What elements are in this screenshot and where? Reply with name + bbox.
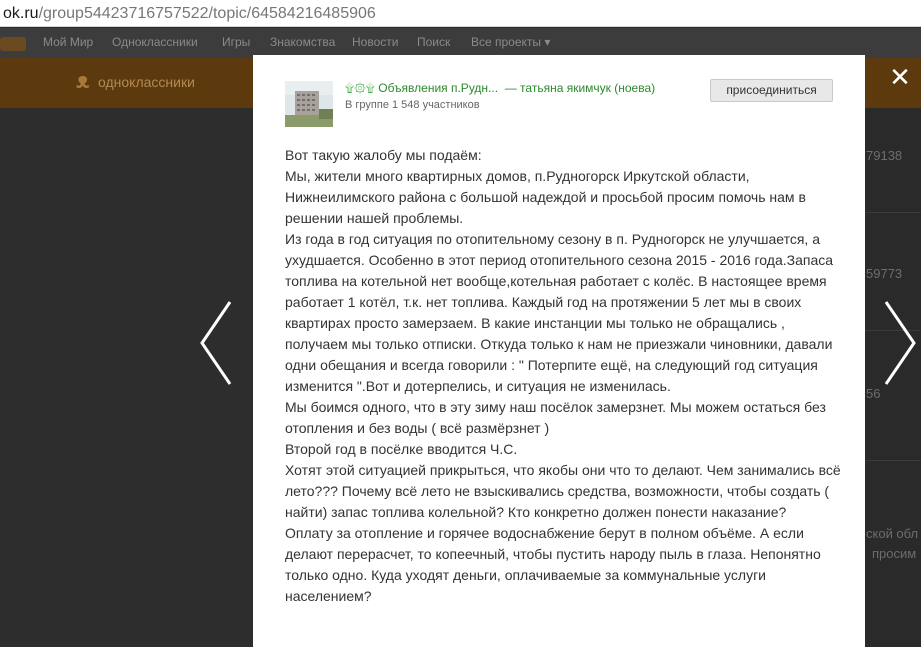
topnav-item-games[interactable]: Игры: [222, 35, 250, 49]
next-arrow-icon[interactable]: [880, 298, 920, 388]
join-button[interactable]: присоединиться: [710, 79, 833, 102]
peek-number-3: 56: [866, 386, 881, 401]
topnav-item-dating[interactable]: Знакомства: [270, 35, 335, 49]
peek-text-2: просим: [872, 546, 917, 561]
url-path: /group54423716757522/topic/6458421648590…: [38, 5, 376, 22]
peek-text-1: ской обл: [866, 526, 919, 541]
post-paragraph: Второй год в посёлке вводится Ч.С.: [285, 441, 518, 457]
portal-logo-icon: [0, 37, 26, 51]
address-bar[interactable]: ok.ru/group54423716757522/topic/64584216…: [0, 0, 921, 27]
group-members-count: В группе 1 548 участников: [345, 99, 480, 111]
post-body: Вот такую жалобу мы подаём: Мы, жители м…: [285, 145, 845, 607]
peek-number-2: 59773: [866, 266, 903, 281]
author-link[interactable]: — татьяна якимчук (ноева): [505, 81, 655, 95]
prev-arrow-icon[interactable]: [196, 298, 236, 388]
topic-modal: ۩۞۩ Объявления п.Рудн... — татьяна якимч…: [253, 55, 865, 647]
group-avatar[interactable]: [285, 81, 333, 127]
group-name-link[interactable]: Объявления п.Рудн...: [378, 81, 498, 95]
site-name: одноклассники: [98, 74, 195, 90]
topnav-item-all-projects[interactable]: Все проекты ▾: [471, 35, 550, 49]
ok-logo-icon[interactable]: ᴥ: [76, 68, 90, 94]
portal-topnav: Мой Мир Одноклассники Игры Знакомства Но…: [0, 28, 921, 58]
peek-divider: [865, 460, 921, 461]
topnav-item-mymir[interactable]: Мой Мир: [43, 35, 93, 49]
topnav-item-ok[interactable]: Одноклассники: [112, 35, 198, 49]
group-title-line: ۩۞۩ Объявления п.Рудн... — татьяна якимч…: [345, 81, 655, 96]
post-paragraph: Оплату за отопление и горячее водоснабже…: [285, 525, 821, 604]
topnav-item-news[interactable]: Новости: [352, 35, 398, 49]
topnav-item-search[interactable]: Поиск: [417, 35, 450, 49]
post-paragraph: Мы, жители много квартирных домов, п.Руд…: [285, 168, 806, 226]
peek-divider: [865, 212, 921, 213]
close-icon[interactable]: ✕: [885, 62, 915, 92]
peek-number-1: 79138: [866, 148, 903, 163]
post-paragraph: Из года в год ситуация по отопительному …: [285, 231, 834, 394]
url-host: ok.ru: [3, 5, 39, 22]
post-paragraph: Хотят этой ситуацией прикрыться, что яко…: [285, 462, 841, 520]
post-paragraph: Вот такую жалобу мы подаём:: [285, 147, 482, 163]
post-paragraph: Мы боимся одного, что в эту зиму наш пос…: [285, 399, 826, 436]
group-name-emoji: ۩۞۩: [345, 81, 375, 95]
